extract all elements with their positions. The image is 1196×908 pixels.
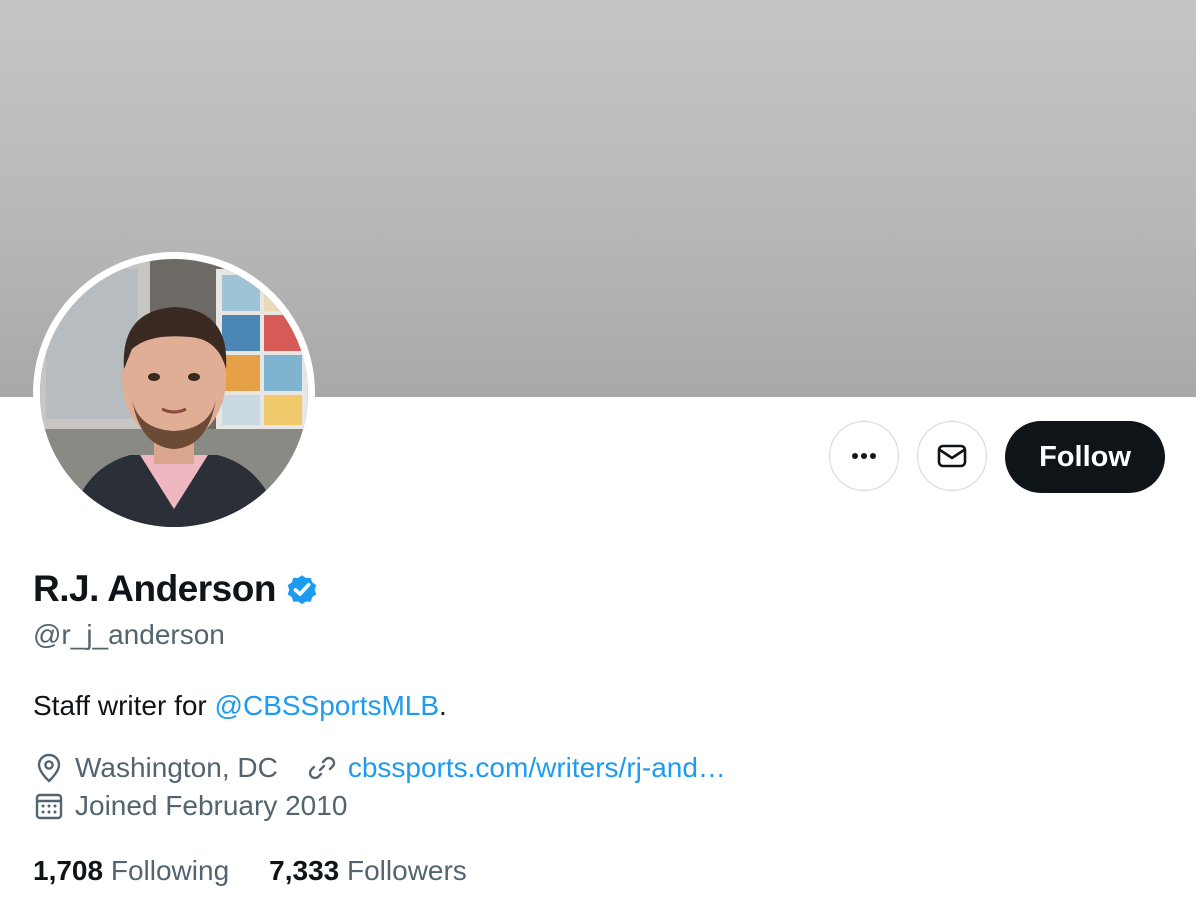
profile-location: Washington, DC (33, 752, 278, 784)
more-button[interactable] (829, 421, 899, 491)
calendar-icon (35, 793, 63, 820)
verified-badge-icon[interactable] (284, 571, 320, 607)
website-link[interactable]: cbssports.com/writers/rj-and… (348, 752, 726, 784)
bio-suffix: . (439, 690, 447, 721)
location-pin-icon (37, 753, 61, 783)
profile-name-row: R.J. Anderson (33, 568, 320, 610)
following-count: 1,708 (33, 855, 104, 886)
profile-name: R.J. Anderson (33, 568, 276, 609)
profile-joined: Joined February 2010 (33, 790, 347, 822)
profile-handle: @r_j_anderson (33, 619, 225, 650)
bio-text: Staff writer for (33, 690, 215, 721)
link-icon (308, 756, 336, 780)
joined-text: Joined February 2010 (75, 790, 348, 821)
profile-bio: Staff writer for @CBSSportsMLB. (33, 690, 447, 722)
location-text: Washington, DC (75, 752, 278, 783)
profile-website: cbssports.com/writers/rj-and… (306, 752, 726, 784)
following-label: Following (110, 855, 230, 886)
avatar[interactable] (40, 259, 308, 527)
profile-joined-row: Joined February 2010 (33, 790, 375, 822)
followers-count: 7,333 (269, 855, 340, 886)
avatar-frame[interactable] (33, 252, 315, 534)
profile-meta-row: Washington, DC cbssports.com/writers/rj-… (33, 752, 754, 784)
follow-button[interactable]: Follow (1005, 421, 1165, 493)
envelope-icon (937, 444, 967, 468)
followers-label: Followers (347, 855, 467, 886)
more-horizontal-icon (852, 453, 876, 459)
following-link[interactable]: 1,708 Following (33, 855, 229, 887)
bio-mention-link[interactable]: @CBSSportsMLB (215, 690, 440, 721)
message-button[interactable] (917, 421, 987, 491)
profile-stats: 1,708 Following 7,333 Followers (33, 855, 507, 887)
followers-link[interactable]: 7,333 Followers (269, 855, 467, 887)
